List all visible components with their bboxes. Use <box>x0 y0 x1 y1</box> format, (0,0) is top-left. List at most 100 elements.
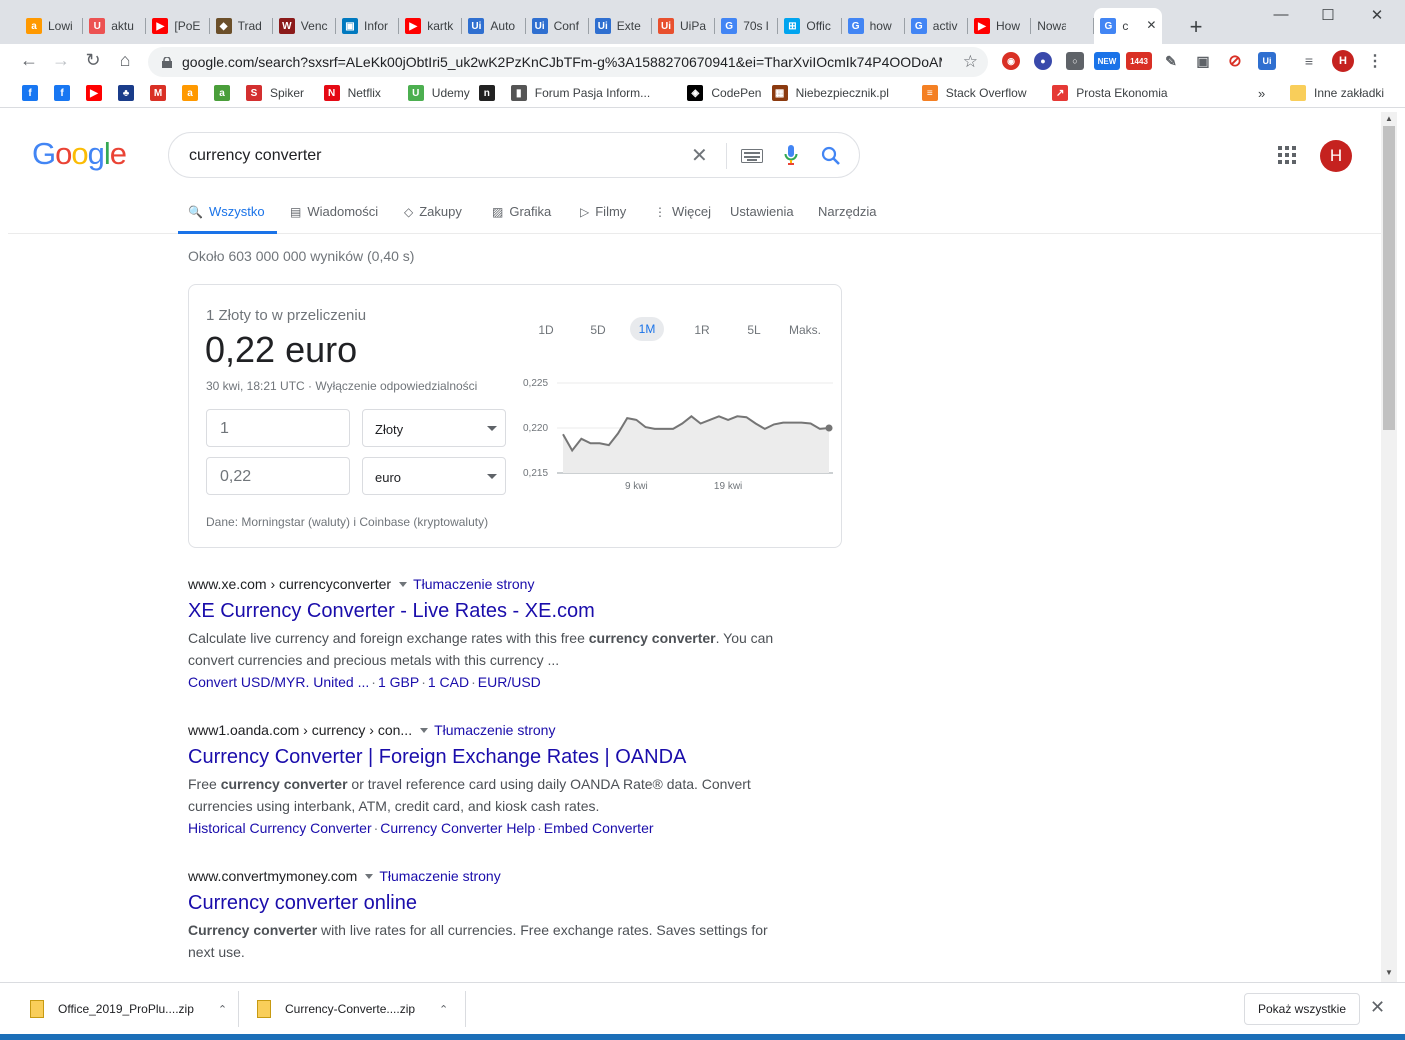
extension-adblock-icon[interactable]: ◉ <box>1002 52 1020 70</box>
extension-cast-icon[interactable]: ▣ <box>1194 52 1212 70</box>
media-control-icon[interactable]: ≡ <box>1300 52 1318 70</box>
bookmark-item[interactable]: ▦ Niebezpiecznik.pl <box>771 84 889 102</box>
extension-mail-icon[interactable]: 1443 <box>1126 52 1152 70</box>
browser-tab[interactable]: Ui Exte <box>589 10 652 42</box>
clear-icon[interactable]: ✕ <box>691 143 708 168</box>
search-input[interactable]: currency converter <box>189 147 322 165</box>
forward-arrow-icon[interactable]: → <box>50 50 72 71</box>
sitelink[interactable]: Historical Currency Converter <box>188 820 372 836</box>
download-item[interactable]: Currency-Converte....zip ⌃ <box>257 993 448 1025</box>
search-icon[interactable] <box>821 146 841 166</box>
tab-ustawienia[interactable]: Ustawienia <box>730 204 794 219</box>
bookmark-item[interactable]: a <box>214 84 238 102</box>
result-url[interactable]: www.xe.com › currencyconverter <box>188 576 391 592</box>
range-button-1m[interactable]: 1M <box>630 317 664 341</box>
tab-wszystko[interactable]: 🔍 Wszystko <box>188 204 265 219</box>
bookmark-item[interactable]: f <box>54 84 78 102</box>
reload-icon[interactable]: ↻ <box>82 50 104 71</box>
bookmark-item[interactable]: M <box>150 84 174 102</box>
currency-to-select[interactable]: euro <box>362 457 506 495</box>
maximize-button[interactable]: ☐ <box>1313 6 1343 26</box>
tab-wiadomości[interactable]: ▤ Wiadomości <box>290 204 378 219</box>
close-window-button[interactable]: ✕ <box>1362 6 1392 26</box>
chevron-up-icon[interactable]: ⌃ <box>218 1003 227 1016</box>
translate-link[interactable]: Tłumaczenie strony <box>434 722 555 738</box>
amount-to-input[interactable]: 0,22 <box>206 457 350 495</box>
rate-chart[interactable]: 0,225 0,220 0,215 9 kwi 19 kwi <box>517 363 837 493</box>
tab-narzędzia[interactable]: Narzędzia <box>818 204 877 219</box>
extension-new-icon[interactable]: NEW <box>1094 52 1120 70</box>
apps-grid-icon[interactable] <box>1278 146 1296 164</box>
bookmark-item[interactable]: U Udemy <box>407 84 470 102</box>
extension-uipath-icon[interactable]: Ui <box>1258 52 1276 70</box>
scrollbar-thumb[interactable] <box>1383 126 1395 430</box>
browser-tab[interactable]: Ui Auto <box>462 10 526 42</box>
bookmark-item[interactable]: S Spiker <box>246 84 304 102</box>
chevron-down-icon[interactable] <box>420 727 429 733</box>
tab-zakupy[interactable]: ◇ Zakupy <box>404 204 462 219</box>
keyboard-icon[interactable] <box>741 149 763 163</box>
sitelink[interactable]: 1 GBP <box>378 674 419 690</box>
range-button-1d[interactable]: 1D <box>529 323 563 337</box>
bookmark-item[interactable]: ≡ Stack Overflow <box>921 84 1027 102</box>
browser-tab[interactable]: Ui Conf <box>526 10 589 42</box>
browser-tab[interactable]: ◆ Trad <box>210 10 273 42</box>
browser-tab[interactable]: ⊞ Offic <box>778 10 842 42</box>
extension-block-icon[interactable]: ⊘ <box>1226 52 1244 70</box>
translate-link[interactable]: Tłumaczenie strony <box>413 576 534 592</box>
browser-tab[interactable]: Uaktu <box>83 10 147 42</box>
browser-tab[interactable]: a Lowi <box>20 10 84 42</box>
close-tab-icon[interactable]: ✕ <box>1146 18 1156 32</box>
extension-vpn-icon[interactable]: ● <box>1034 52 1052 70</box>
sitelink[interactable]: EUR/USD <box>478 674 541 690</box>
chevron-down-icon[interactable] <box>399 581 408 587</box>
browser-tab[interactable]: ▣ Infor <box>336 10 400 42</box>
google-account-avatar[interactable]: H <box>1320 140 1352 172</box>
translate-link[interactable]: Tłumaczenie strony <box>379 868 500 884</box>
result-title[interactable]: Currency Converter | Foreign Exchange Ra… <box>188 746 788 769</box>
bookmark-item[interactable]: ◈ CodePen <box>687 84 761 102</box>
result-url[interactable]: www1.oanda.com › currency › con... <box>188 722 412 738</box>
new-tab-button[interactable]: + <box>1186 14 1206 40</box>
result-title[interactable]: Currency converter online <box>188 892 788 915</box>
page-scrollbar[interactable]: ▲ ▼ <box>1381 112 1397 982</box>
bookmark-item[interactable]: ▮ Forum Pasja Inform... <box>510 84 650 102</box>
sitelink[interactable]: Embed Converter <box>544 820 654 836</box>
bookmark-star-icon[interactable]: ☆ <box>963 52 978 72</box>
browser-tab[interactable]: Ui UiPa <box>652 10 716 42</box>
bookmark-item[interactable]: N Netflix <box>323 84 381 102</box>
range-button-1r[interactable]: 1R <box>685 323 719 337</box>
browser-tab[interactable]: ▶ [PoE <box>146 10 210 42</box>
close-download-bar-icon[interactable]: ✕ <box>1370 997 1385 1018</box>
chevron-up-icon[interactable]: ⌃ <box>439 1003 448 1016</box>
browser-tab[interactable]: ▶ How <box>968 10 1032 42</box>
tab-więcej[interactable]: ⋮ Więcej <box>654 204 711 219</box>
amount-from-input[interactable]: 1 <box>206 409 350 447</box>
menu-kebab-icon[interactable]: ⋮ <box>1366 52 1384 70</box>
address-bar[interactable]: google.com/search?sxsrf=ALeKk00jObtIri5_… <box>148 47 988 77</box>
google-logo[interactable]: Google <box>32 136 127 172</box>
bookmark-item[interactable]: ♣ <box>118 84 142 102</box>
browser-tab[interactable]: ▶ kartk <box>399 10 463 42</box>
sitelink[interactable]: Currency Converter Help <box>380 820 535 836</box>
browser-tab[interactable]: Gc ✕ <box>1094 8 1163 44</box>
browser-tab[interactable]: Nowa ka <box>1031 10 1095 42</box>
tab-filmy[interactable]: ▷ Filmy <box>580 204 626 219</box>
extension-pen-icon[interactable]: ✎ <box>1162 52 1180 70</box>
bookmark-item[interactable]: ▶ <box>86 84 110 102</box>
search-box[interactable]: currency converter ✕ <box>168 132 860 178</box>
browser-tab[interactable]: Gactiv <box>905 10 968 42</box>
range-button-5l[interactable]: 5L <box>737 323 771 337</box>
sitelink[interactable]: 1 CAD <box>428 674 469 690</box>
result-title[interactable]: XE Currency Converter - Live Rates - XE.… <box>188 600 788 623</box>
minimize-button[interactable]: — <box>1266 6 1296 26</box>
bookmarks-overflow-icon[interactable]: » <box>1258 84 1265 102</box>
back-arrow-icon[interactable]: ← <box>18 50 40 71</box>
browser-tab[interactable]: Ghow <box>842 10 905 42</box>
home-icon[interactable]: ⌂ <box>114 50 136 71</box>
bookmark-item[interactable]: ↗ Prosta Ekonomia <box>1052 84 1168 102</box>
profile-avatar[interactable]: H <box>1332 50 1354 72</box>
download-item[interactable]: Office_2019_ProPlu....zip ⌃ <box>30 993 227 1025</box>
range-button-maks[interactable]: Maks. <box>785 323 825 337</box>
bookmark-item[interactable]: n <box>478 84 503 102</box>
